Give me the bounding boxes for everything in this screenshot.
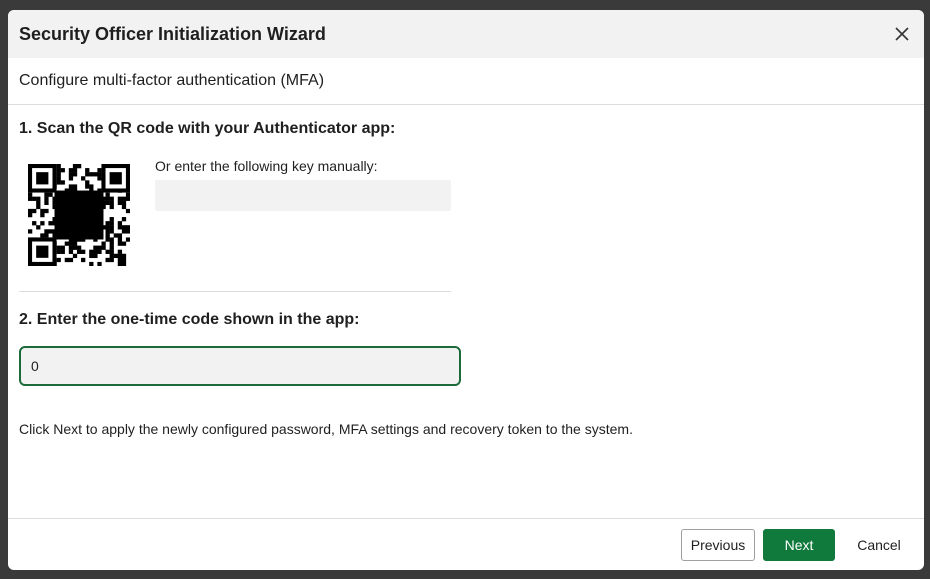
dialog-footer: Previous Next Cancel xyxy=(8,518,924,570)
one-time-code-input[interactable] xyxy=(19,346,461,386)
step-title: Configure multi-factor authentication (M… xyxy=(19,72,325,89)
qr-code-image xyxy=(28,164,131,267)
wizard-dialog: Security Officer Initialization Wizard C… xyxy=(8,10,924,570)
close-icon[interactable] xyxy=(890,22,914,46)
next-button[interactable]: Next xyxy=(763,529,835,561)
manual-key-field[interactable] xyxy=(155,180,451,211)
manual-key-label: Or enter the following key manually: xyxy=(155,158,378,174)
qr-section-heading: 1. Scan the QR code with your Authentica… xyxy=(19,120,396,137)
dialog-titlebar: Security Officer Initialization Wizard xyxy=(8,10,924,58)
code-section-heading: 2. Enter the one-time code shown in the … xyxy=(19,311,360,328)
cancel-button[interactable]: Cancel xyxy=(843,529,915,561)
previous-button[interactable]: Previous xyxy=(681,529,755,561)
dialog-title: Security Officer Initialization Wizard xyxy=(19,24,326,44)
info-text: Click Next to apply the newly configured… xyxy=(19,421,633,437)
step-header: Configure multi-factor authentication (M… xyxy=(8,58,924,105)
section-divider xyxy=(19,291,451,292)
